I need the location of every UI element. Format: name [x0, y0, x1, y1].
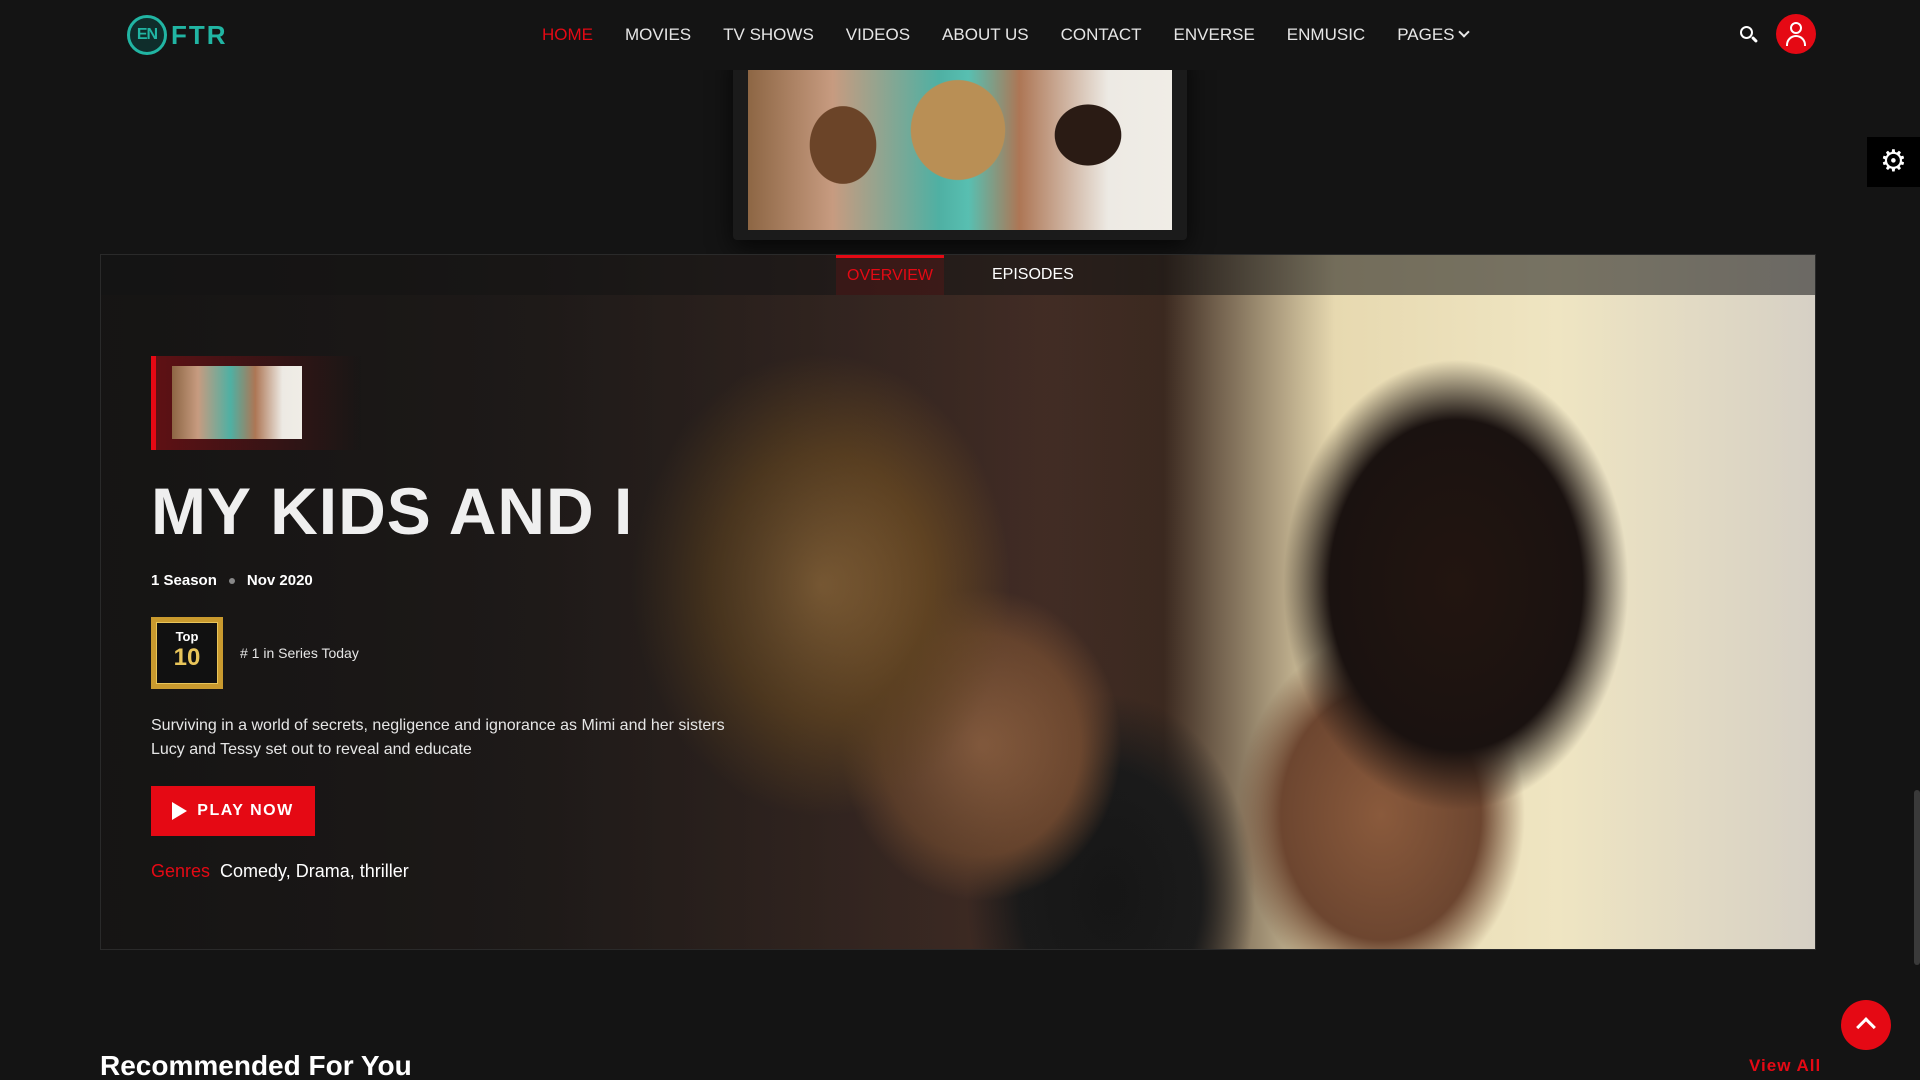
- season-count: 1 Season: [151, 572, 217, 589]
- nav-pages-label: Pages: [1397, 25, 1455, 44]
- chevron-down-icon: [1457, 26, 1470, 38]
- recommended-title: Recommended For You: [100, 1050, 412, 1080]
- site-logo[interactable]: EN FTR: [127, 15, 228, 55]
- top10-number: 10: [173, 644, 201, 671]
- title-poster: [151, 356, 361, 450]
- nav-pages[interactable]: Pages: [1397, 25, 1470, 45]
- scrollbar[interactable]: [1914, 790, 1920, 965]
- settings-button[interactable]: ⚙: [1867, 137, 1920, 187]
- site-header: EN FTR Home Movies TV Shows Videos About…: [0, 0, 1920, 70]
- user-icon[interactable]: [1776, 14, 1816, 54]
- main-nav: Home Movies TV Shows Videos About Us Con…: [542, 0, 1500, 70]
- hero-banner: Overview Episodes MY KIDS AND I 1 Season…: [100, 254, 1816, 950]
- show-description: Surviving in a world of secrets, neglige…: [151, 717, 725, 758]
- tab-episodes[interactable]: Episodes: [992, 255, 1074, 295]
- show-title: MY KIDS AND I: [151, 474, 634, 548]
- nav-movies[interactable]: Movies: [625, 25, 691, 45]
- logo-text: FTR: [171, 19, 228, 50]
- poster-image: [172, 366, 302, 439]
- gear-icon: ⚙: [1880, 145, 1907, 178]
- rank-text: # 1 in Series Today: [240, 645, 359, 661]
- top10-badge: Top 10: [151, 617, 223, 689]
- nav-enmusic[interactable]: Enmusic: [1287, 25, 1365, 45]
- play-now-button[interactable]: Play Now: [151, 786, 315, 836]
- nav-tv-shows[interactable]: TV Shows: [723, 25, 814, 45]
- preview-thumbnail: [748, 70, 1172, 230]
- view-all-link[interactable]: View All: [1749, 1056, 1821, 1076]
- separator-dot: [228, 577, 235, 584]
- back-to-top-button[interactable]: [1841, 1000, 1891, 1050]
- genres: Genres Comedy, Drama, thriller: [151, 861, 409, 882]
- search-icon[interactable]: [1739, 25, 1759, 45]
- top10-label: Top: [175, 629, 199, 644]
- detail-tabs: Overview Episodes: [101, 255, 1815, 295]
- nav-videos[interactable]: Videos: [846, 25, 910, 45]
- chevron-up-icon: [1856, 1017, 1876, 1037]
- logo-badge: EN: [127, 15, 167, 55]
- play-now-label: Play Now: [197, 802, 294, 819]
- nav-about-us[interactable]: About Us: [942, 25, 1029, 45]
- preview-card[interactable]: [733, 45, 1187, 240]
- release-date: Nov 2020: [246, 572, 313, 589]
- nav-enverse[interactable]: Enverse: [1174, 25, 1255, 45]
- play-icon: [172, 802, 188, 820]
- genres-label: Genres: [151, 861, 211, 881]
- nav-home[interactable]: Home: [542, 25, 593, 45]
- nav-contact[interactable]: Contact: [1061, 25, 1142, 45]
- genres-value: Comedy, Drama, thriller: [220, 861, 409, 881]
- tab-overview[interactable]: Overview: [836, 255, 944, 295]
- show-meta: 1 Season Nov 2020: [151, 572, 313, 589]
